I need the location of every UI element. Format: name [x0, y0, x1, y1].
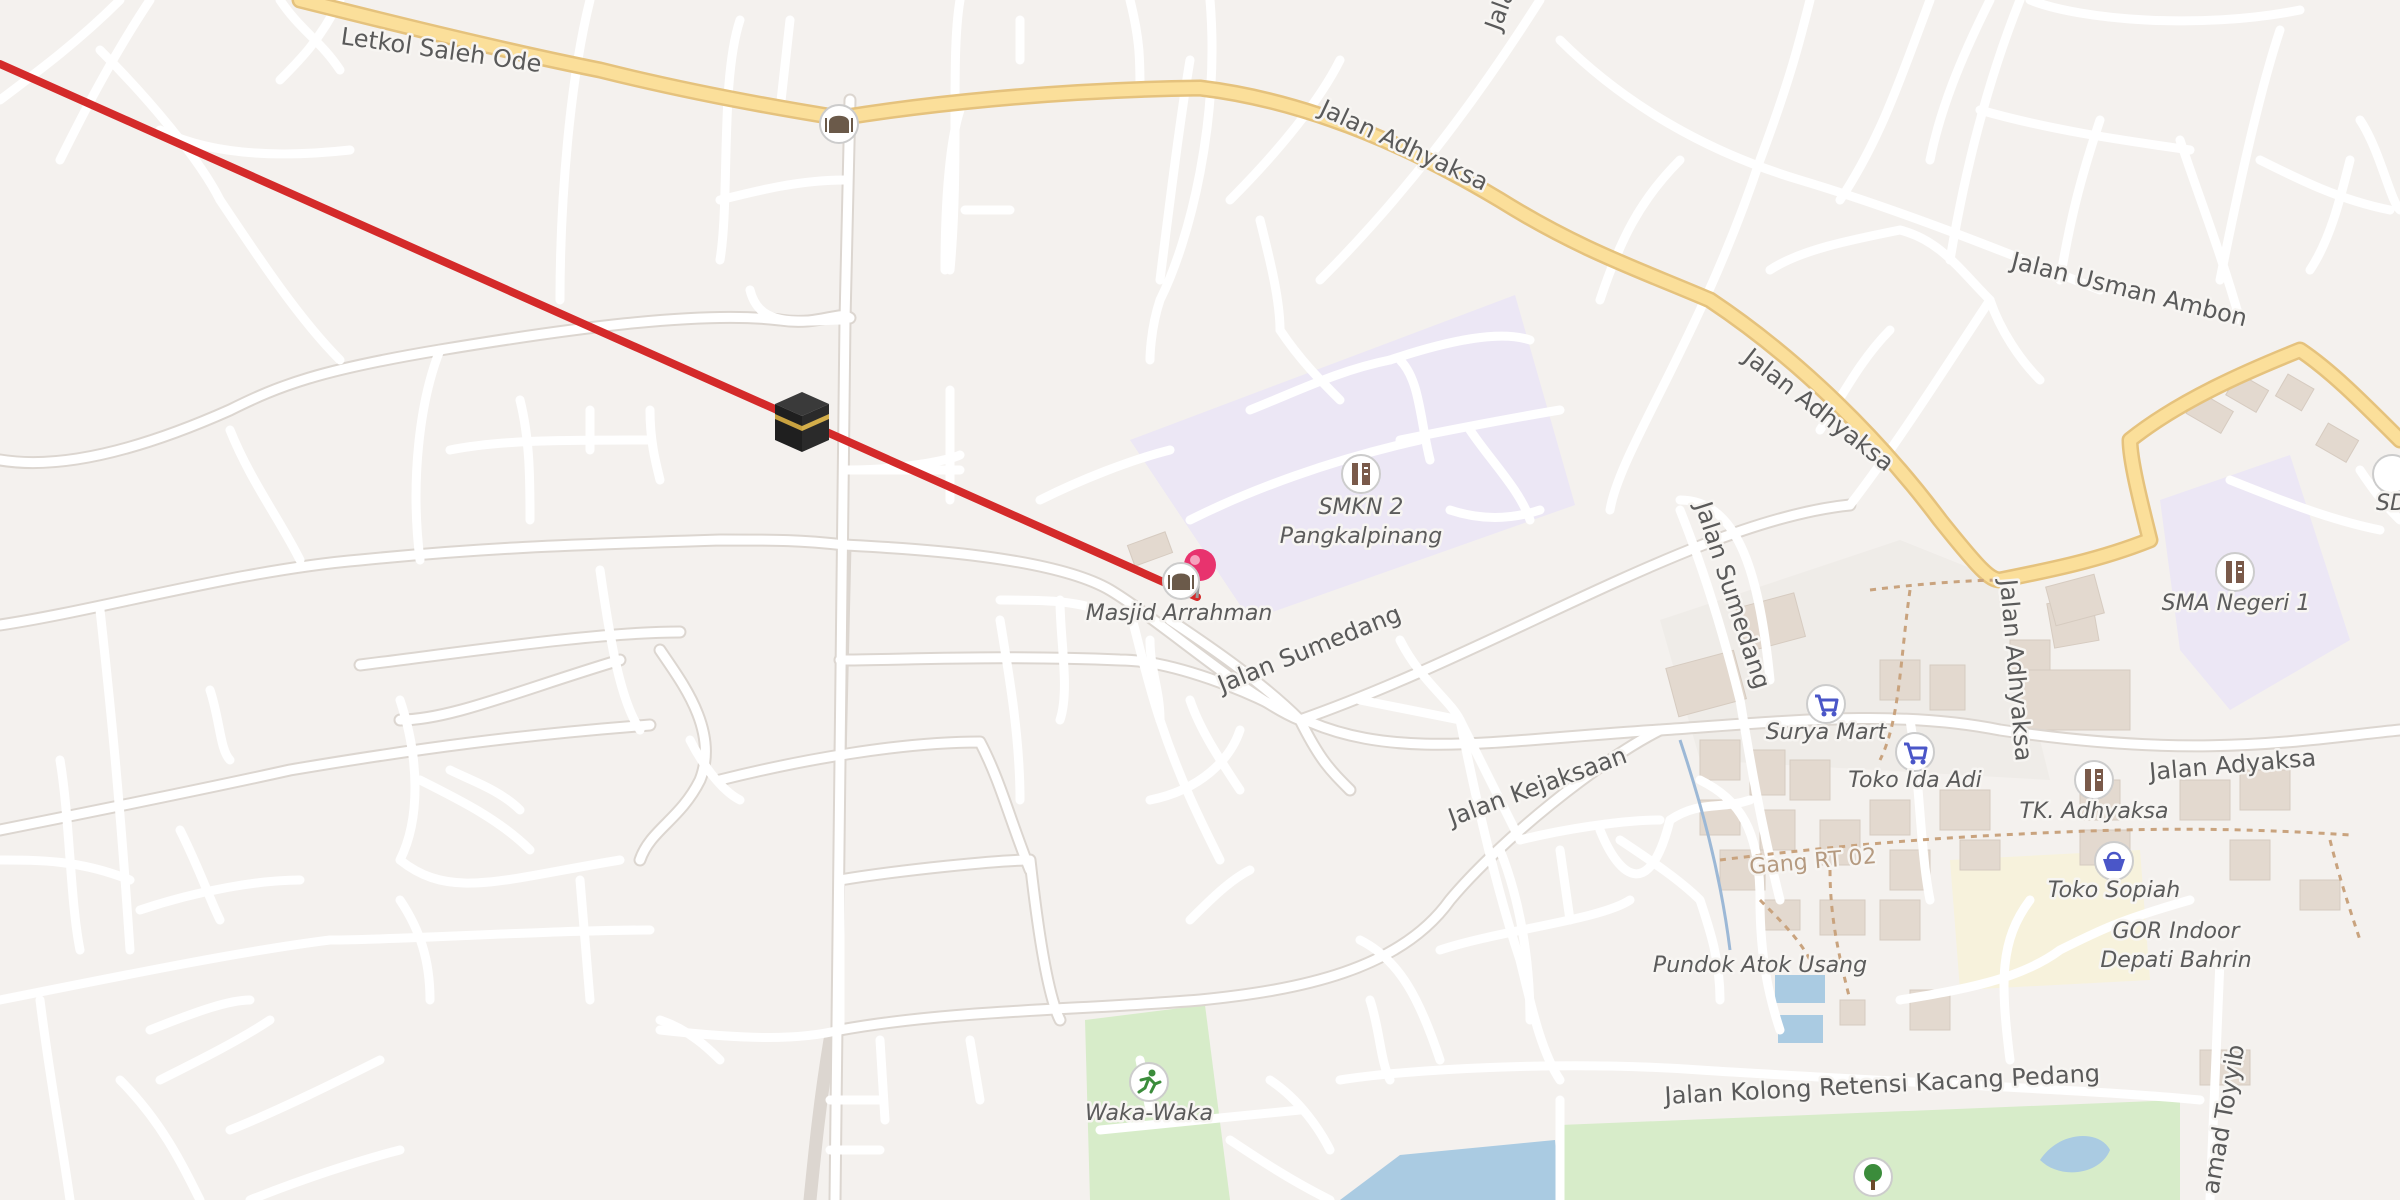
building — [2019, 669, 2131, 731]
sport-icon[interactable] — [1129, 1062, 1169, 1102]
poi-label-gor-line2: Depati Bahrin — [2100, 948, 2251, 973]
road — [875, 1035, 890, 1125]
poi-label-surya-mart: Surya Mart — [1766, 720, 1888, 745]
map-canvas[interactable]: Letkol Saleh Ode Jalan Adhyaksa Jalan Us… — [0, 0, 2400, 1200]
shopping-basket-icon[interactable] — [2094, 841, 2134, 881]
mosque-icon[interactable] — [819, 104, 859, 144]
school-icon[interactable] — [2215, 552, 2255, 592]
building — [1929, 664, 1966, 711]
pond-small-1 — [1775, 975, 1825, 1003]
building — [2229, 839, 2271, 881]
poi-label-sma-negeri-1: SMA Negeri 1 — [2162, 591, 2311, 616]
building — [1869, 799, 1911, 836]
building — [2179, 779, 2231, 821]
school-icon[interactable] — [1341, 454, 1381, 494]
poi-label-tk-adhyaksa: TK. Adhyaksa — [2020, 799, 2169, 824]
pin-shine — [1190, 555, 1200, 565]
building — [1939, 789, 1991, 831]
poi-label-waka-waka: Waka-Waka — [1085, 1101, 1213, 1126]
building — [1959, 839, 2001, 871]
school-icon[interactable] — [2074, 760, 2114, 800]
poi-label-masjid-arrahman: Masjid Arrahman — [1086, 601, 1273, 626]
pond-small-2 — [1778, 1015, 1823, 1043]
shopping-cart-icon[interactable] — [1895, 732, 1935, 772]
kaaba-icon[interactable] — [775, 392, 829, 452]
building — [1839, 999, 1866, 1026]
building — [1699, 739, 1741, 781]
building — [1879, 899, 1921, 941]
poi-label-toko-sopiah: Toko Sopiah — [2048, 878, 2180, 903]
building — [1819, 899, 1866, 936]
poi-label-gor-line1: GOR Indoor — [2112, 919, 2241, 944]
road — [1055, 595, 1069, 725]
shopping-cart-icon[interactable] — [1806, 684, 1846, 724]
building — [1789, 759, 1831, 801]
poi-label-toko-ida-adi: Toko Ida Adi — [1848, 768, 1981, 793]
tree-icon[interactable] — [1853, 1157, 1893, 1197]
building — [2299, 879, 2341, 911]
mosque-icon[interactable] — [1162, 562, 1200, 600]
poi-label-sd-partial: SD — [2376, 491, 2400, 516]
poi-label-smkn2-line2: Pangkalpinang — [1280, 524, 1442, 549]
poi-label-pundok-atok-usang: Pundok Atok Usang — [1653, 953, 1867, 978]
poi-label-smkn2-line1: SMKN 2 — [1319, 495, 1404, 520]
